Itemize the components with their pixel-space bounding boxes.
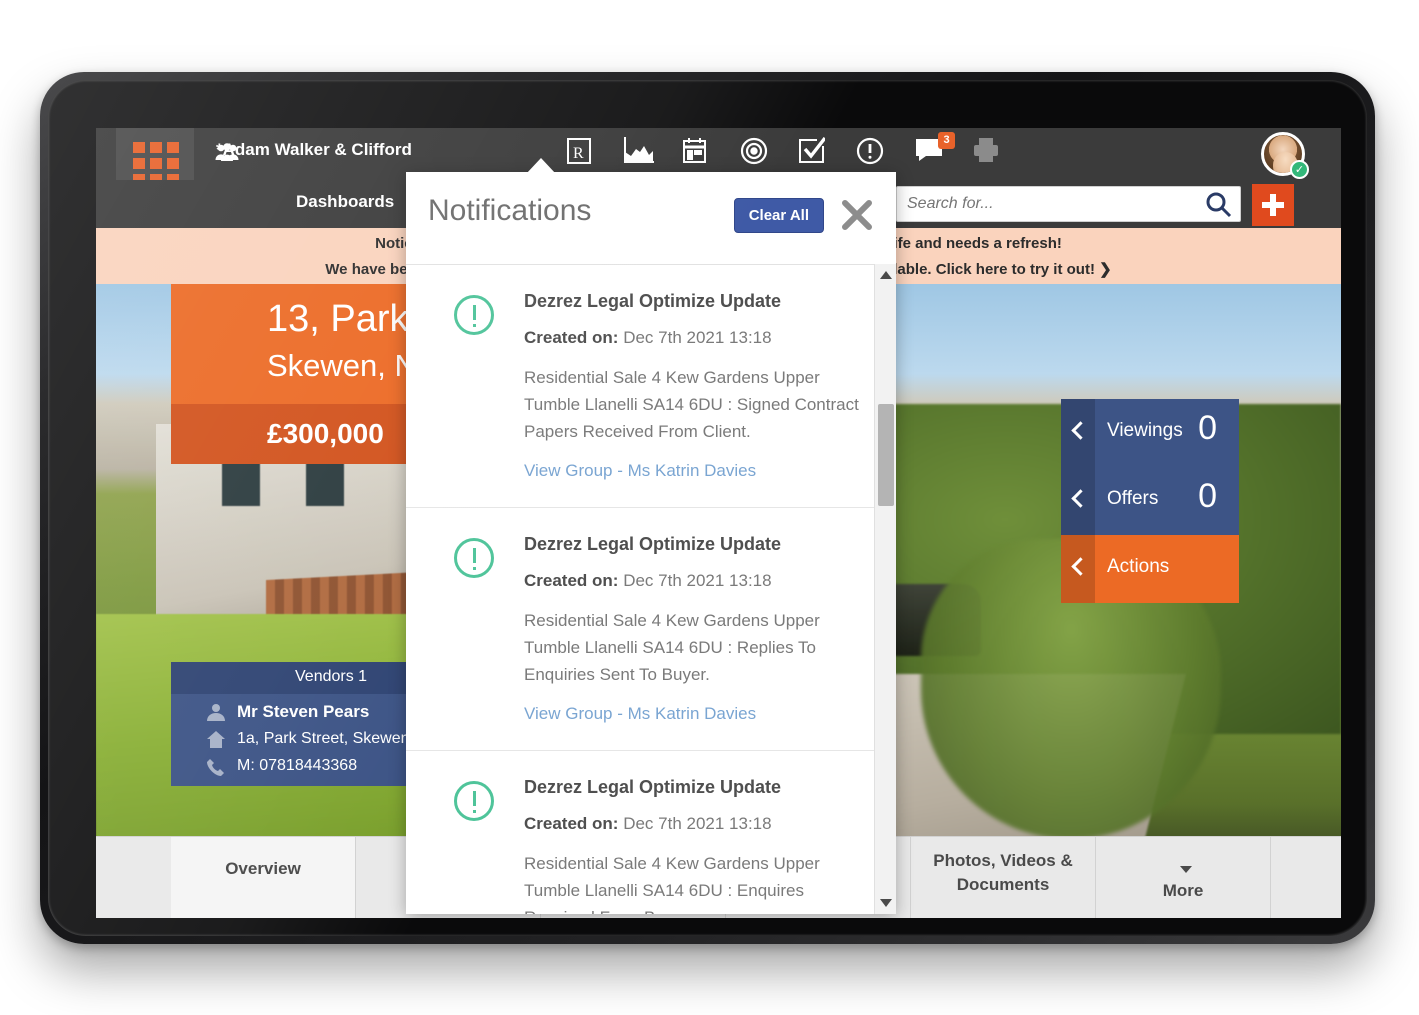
notification-description: Residential Sale 4 Kew Gardens Upper Tum… xyxy=(524,368,859,441)
scroll-up-icon[interactable] xyxy=(880,271,892,279)
alert-circle-icon[interactable] xyxy=(856,137,888,171)
grid-logo-icon xyxy=(133,142,179,185)
stat-value-viewings: 0 xyxy=(1198,409,1217,447)
add-button[interactable] xyxy=(1252,184,1294,226)
scrollbar-thumb[interactable] xyxy=(878,404,894,506)
tab-photos-videos-documents[interactable]: Photos, Videos & Documents xyxy=(911,837,1096,918)
chevron-left-icon[interactable] xyxy=(1061,467,1095,535)
stat-panel-actions[interactable]: Actions xyxy=(1061,535,1239,603)
vendor-mobile: M: 07818443368 xyxy=(237,757,358,774)
vendor-name: Mr Steven Pears xyxy=(237,702,370,721)
tab-overview-label: Overview xyxy=(225,859,301,878)
notifications-scrollbar[interactable] xyxy=(874,264,896,914)
property-price: £300,000 xyxy=(267,418,384,449)
person-icon xyxy=(207,703,225,726)
report-icon[interactable]: R xyxy=(566,137,598,171)
header-tool-icons: R 3 xyxy=(566,132,1004,175)
window-photo xyxy=(306,462,344,506)
phone-icon xyxy=(207,758,225,781)
notification-description: Residential Sale 4 Kew Gardens Upper Tum… xyxy=(524,611,820,684)
notification-item[interactable]: Dezrez Legal Optimize Update Created on:… xyxy=(406,265,896,508)
notice-line1-end: s life and needs a refresh! xyxy=(876,235,1062,252)
tab-more-label: More xyxy=(1162,881,1204,900)
alert-circle-icon xyxy=(454,538,494,578)
notifications-header: Notifications Clear All xyxy=(406,172,896,264)
company-name: *Adam Walker & Clifford xyxy=(216,140,412,159)
notification-item[interactable]: Dezrez Legal Optimize Update Created on:… xyxy=(406,508,896,751)
tab-more[interactable]: More xyxy=(1096,837,1271,918)
chevron-left-icon[interactable] xyxy=(1061,399,1095,467)
vendors-title: Vendors 1 xyxy=(295,668,368,685)
notification-created: Created on: Dec 7th 2021 13:18 xyxy=(524,328,866,348)
stat-value-offers: 0 xyxy=(1198,477,1217,515)
notification-item[interactable]: Dezrez Legal Optimize Update Created on:… xyxy=(406,751,896,914)
notification-created-value: Dec 7th 2021 13:18 xyxy=(623,814,772,833)
printer-icon[interactable] xyxy=(972,137,1004,171)
calendar-icon[interactable] xyxy=(682,137,714,171)
search-box[interactable] xyxy=(896,186,1241,222)
svg-text:R: R xyxy=(573,145,584,162)
target-icon[interactable] xyxy=(740,137,772,171)
notification-view-group-link[interactable]: View Group - Ms Katrin Davies xyxy=(524,704,866,724)
stat-label-offers: Offers xyxy=(1107,488,1159,509)
tablet-screen: Home *Adam Walker & Clifford xyxy=(96,128,1341,918)
notification-created-label: Created on: xyxy=(524,814,619,833)
avatar[interactable]: ✓ xyxy=(1261,132,1309,179)
chat-badge: 3 xyxy=(938,132,955,149)
notifications-list[interactable]: Dezrez Legal Optimize Update Created on:… xyxy=(406,264,896,914)
tablet-bezel: Home *Adam Walker & Clifford xyxy=(48,80,1367,936)
tab-overview[interactable]: Overview xyxy=(171,837,356,918)
notification-created-value: Dec 7th 2021 13:18 xyxy=(623,571,772,590)
search-icon[interactable] xyxy=(1205,191,1233,224)
chat-icon[interactable]: 3 xyxy=(914,132,955,171)
close-icon[interactable] xyxy=(840,198,874,232)
notification-created-label: Created on: xyxy=(524,571,619,590)
tab-more-label-wrap: More xyxy=(1096,859,1270,900)
tab-photos-videos-documents-label: Photos, Videos & Documents xyxy=(933,851,1073,894)
notification-title: Dezrez Legal Optimize Update xyxy=(524,534,782,554)
notification-view-group-link[interactable]: View Group - Ms Katrin Davies xyxy=(524,461,866,481)
notification-title: Dezrez Legal Optimize Update xyxy=(524,291,782,311)
stat-label-actions: Actions xyxy=(1107,556,1170,577)
notifications-title: Notifications xyxy=(428,194,592,227)
chevron-left-icon[interactable] xyxy=(1061,535,1095,603)
stat-panel-offers[interactable]: Offers 0 xyxy=(1061,467,1239,535)
notification-created-value: Dec 7th 2021 13:18 xyxy=(623,328,772,347)
notification-title: Dezrez Legal Optimize Update xyxy=(524,777,782,797)
notice-line2-end: vailable. Click here to try it out! ❯ xyxy=(872,261,1112,278)
notification-created-label: Created on: xyxy=(524,328,619,347)
clear-all-button[interactable]: Clear All xyxy=(733,198,824,233)
checkbox-icon[interactable] xyxy=(798,136,830,171)
tablet-device-frame: Home *Adam Walker & Clifford xyxy=(40,72,1375,944)
online-check-icon: ✓ xyxy=(1290,160,1309,179)
notification-created: Created on: Dec 7th 2021 13:18 xyxy=(524,814,866,834)
nav-item-dashboards[interactable]: Dashboards xyxy=(296,192,394,212)
notifications-popover: Notifications Clear All Dezrez Legal Opt… xyxy=(406,172,896,914)
notification-description: Residential Sale 4 Kew Gardens Upper Tum… xyxy=(524,854,820,914)
notification-created: Created on: Dec 7th 2021 13:18 xyxy=(524,571,866,591)
chevron-down-icon xyxy=(1180,866,1192,874)
home-icon xyxy=(207,731,225,753)
search-input[interactable] xyxy=(907,187,1187,221)
notifications-popover-arrow xyxy=(526,158,556,174)
scroll-down-icon[interactable] xyxy=(880,899,892,907)
chart-icon[interactable] xyxy=(624,137,656,171)
alert-circle-icon xyxy=(454,295,494,335)
stat-label-viewings: Viewings xyxy=(1107,420,1183,441)
alert-circle-icon xyxy=(454,781,494,821)
stat-panel-viewings[interactable]: Viewings 0 xyxy=(1061,399,1239,467)
window-photo xyxy=(222,462,260,506)
